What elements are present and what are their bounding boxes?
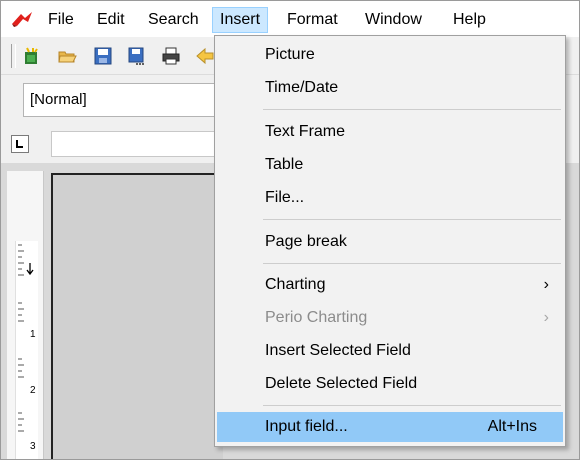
- delete-selected-field-item[interactable]: Delete Selected Field: [217, 369, 563, 399]
- menu-insert[interactable]: Insert: [212, 7, 269, 33]
- menu-help[interactable]: Help: [446, 7, 493, 33]
- menu-bar: File Edit Search Insert Format Window He…: [1, 1, 579, 37]
- menu-item-label: Text Frame: [265, 123, 346, 140]
- vertical-ruler[interactable]: 1 2 3: [7, 171, 44, 459]
- insert-file-item[interactable]: File...: [217, 183, 563, 213]
- submenu-arrow-icon: ›: [543, 309, 549, 326]
- ruler-number-3: 3: [30, 441, 36, 452]
- new-document-icon[interactable]: [21, 46, 41, 66]
- menu-separator: [263, 263, 561, 264]
- menu-edit[interactable]: Edit: [90, 7, 132, 33]
- ruler-number-2: 2: [30, 385, 36, 396]
- open-folder-icon[interactable]: [57, 46, 77, 66]
- vertical-ruler-page: 1 2 3: [15, 241, 38, 459]
- menu-item-label: Perio Charting: [265, 309, 368, 326]
- paragraph-style-combo[interactable]: [Normal]: [23, 83, 223, 117]
- menu-item-label: Table: [265, 156, 304, 173]
- horizontal-ruler[interactable]: [51, 131, 221, 157]
- menu-separator: [263, 405, 561, 406]
- menu-window[interactable]: Window: [358, 7, 429, 33]
- save-all-icon[interactable]: [127, 46, 147, 66]
- menu-item-label: Picture: [265, 46, 315, 63]
- submenu-arrow-icon: ›: [543, 276, 549, 293]
- menu-item-label: File...: [265, 189, 305, 206]
- application-window: File Edit Search Insert Format Window He…: [0, 0, 580, 460]
- menu-item-label: Delete Selected Field: [265, 375, 418, 392]
- insert-picture-item[interactable]: Picture: [217, 40, 563, 70]
- menu-item-label: Charting: [265, 276, 326, 293]
- menu-item-label: Input field...: [265, 418, 348, 435]
- insert-menu-dropdown: Picture Time/Date Text Frame Table File.…: [214, 35, 566, 447]
- menu-format[interactable]: Format: [280, 7, 345, 33]
- menu-search[interactable]: Search: [141, 7, 206, 33]
- menu-item-label: Page break: [265, 233, 347, 250]
- insert-input-field-item[interactable]: Input field... Alt+Ins: [217, 412, 563, 442]
- insert-selected-field-item[interactable]: Insert Selected Field: [217, 336, 563, 366]
- menu-item-label: Insert Selected Field: [265, 342, 411, 359]
- insert-table-item[interactable]: Table: [217, 150, 563, 180]
- left-tab-icon: [16, 140, 23, 148]
- menu-separator: [263, 219, 561, 220]
- tab-stop-selector[interactable]: [11, 135, 29, 153]
- insert-perio-charting-item: Perio Charting ›: [217, 303, 563, 333]
- ruler-number-1: 1: [30, 329, 36, 340]
- document-page[interactable]: [51, 173, 223, 459]
- menu-item-label: Time/Date: [265, 79, 339, 96]
- menu-file[interactable]: File: [41, 7, 81, 33]
- menu-separator: [263, 109, 561, 110]
- insert-time-date-item[interactable]: Time/Date: [217, 73, 563, 103]
- toolbar-grip[interactable]: [11, 44, 16, 68]
- app-logo-icon: [12, 12, 32, 27]
- insert-charting-item[interactable]: Charting ›: [217, 270, 563, 300]
- back-arrow-icon[interactable]: [195, 46, 215, 66]
- insert-text-frame-item[interactable]: Text Frame: [217, 117, 563, 147]
- print-icon[interactable]: [161, 46, 181, 66]
- shortcut-label: Alt+Ins: [487, 418, 537, 435]
- insert-page-break-item[interactable]: Page break: [217, 227, 563, 257]
- ruler-ticks: [18, 244, 34, 432]
- save-icon[interactable]: [93, 46, 113, 66]
